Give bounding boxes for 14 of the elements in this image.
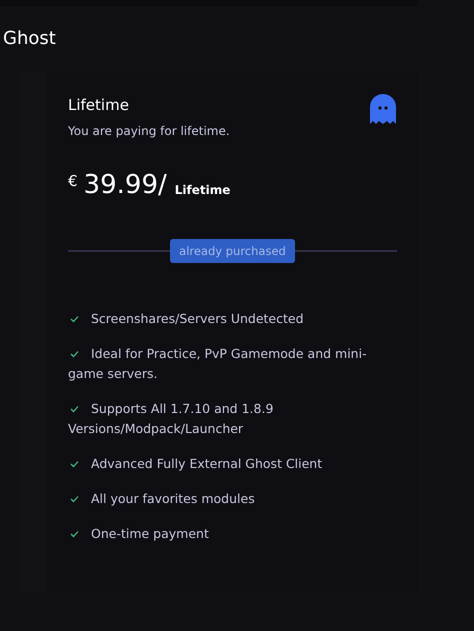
price-period: Lifetime [174, 183, 230, 197]
plan-name: Lifetime [68, 96, 130, 114]
price-amount: 39.99/ [84, 172, 167, 198]
plan-description: You are paying for lifetime. [68, 124, 230, 138]
purchased-button[interactable]: already purchased [170, 239, 295, 263]
feature-item: Advanced Fully External Ghost Client [68, 454, 397, 474]
feature-item: Supports All 1.7.10 and 1.8.9 Versions/Modpack/Launcher [68, 400, 274, 438]
feature-item: Screenshares/Servers Undetected [68, 309, 397, 329]
page-title: Ghost [2, 27, 57, 51]
feature-item: One-time payment [68, 524, 397, 544]
feature-item: Ideal for Practice, PvP Gamemode and mini-game servers. [68, 345, 368, 383]
ghost-icon [370, 94, 396, 126]
currency-symbol: € [68, 172, 78, 190]
feature-item: All your favorites modules [68, 489, 397, 509]
